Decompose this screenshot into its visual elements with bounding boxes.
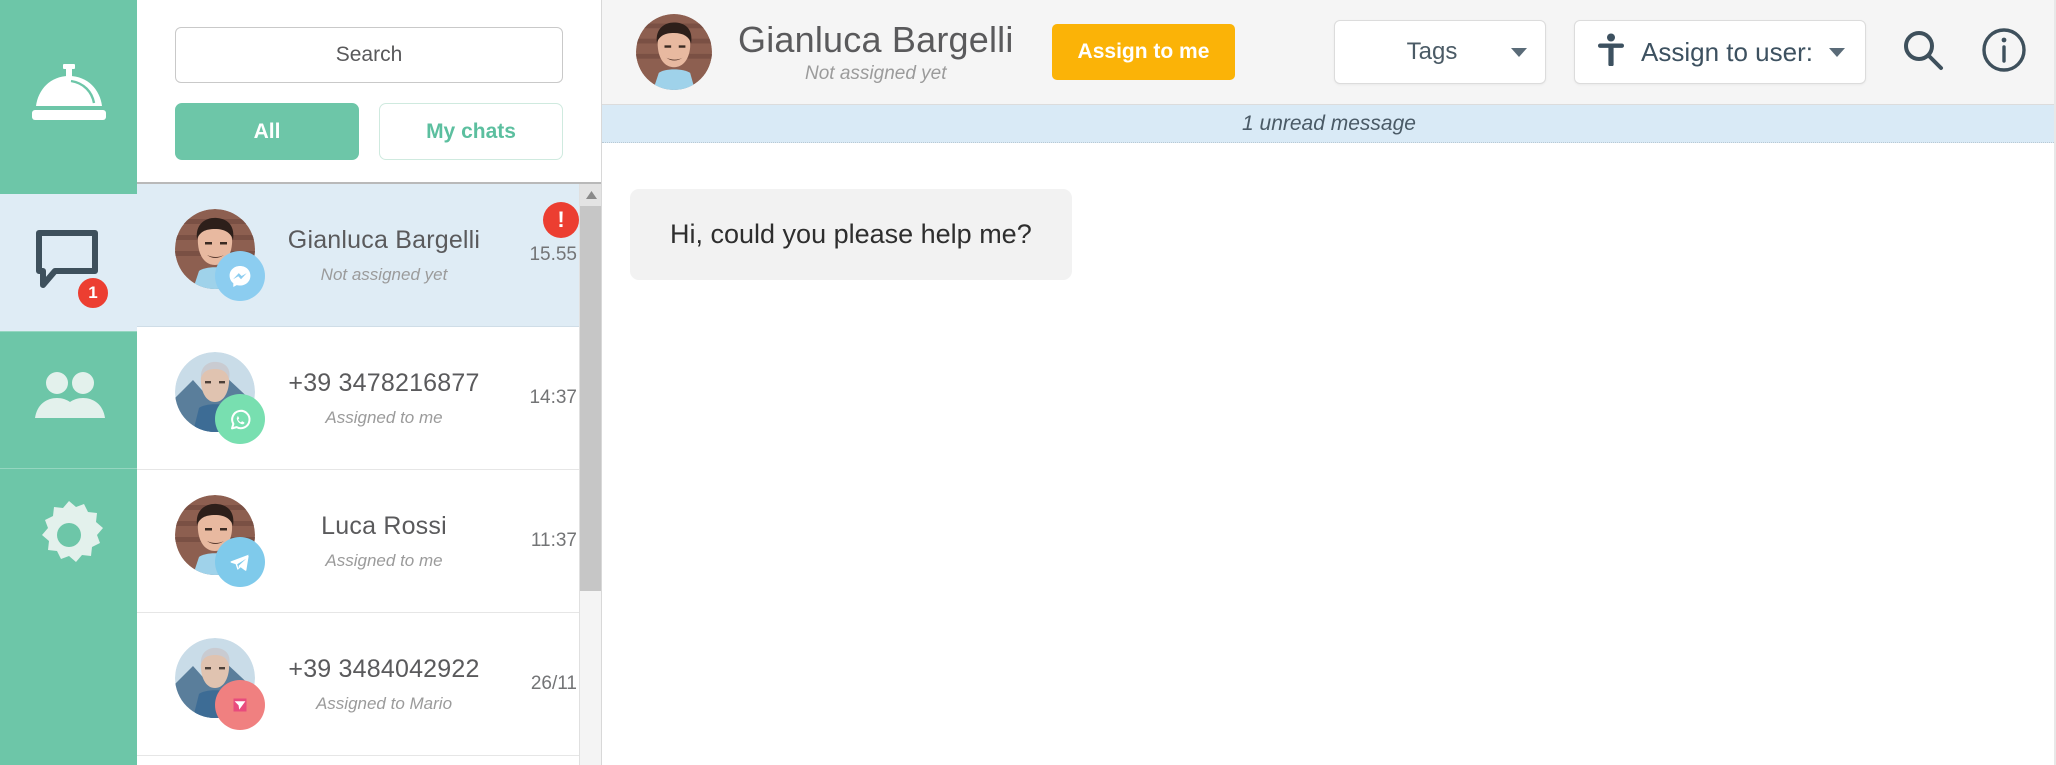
sidebar-item-settings[interactable] bbox=[0, 468, 137, 605]
assign-user-dropdown[interactable]: Assign to user: bbox=[1574, 20, 1866, 84]
chat-item-status: Assigned to Mario bbox=[315, 693, 453, 713]
chat-item-time: 15.55 bbox=[529, 244, 577, 265]
chat-item-time: 14:37 bbox=[529, 387, 577, 408]
page-title: Gianluca Bargelli bbox=[738, 19, 1014, 60]
chat-list-item-0[interactable]: Gianluca Bargelli Not assigned yet 15.55… bbox=[137, 184, 601, 327]
scroll-up-arrow[interactable] bbox=[580, 184, 601, 206]
left-nav-rail: 1 bbox=[0, 0, 137, 765]
avatar bbox=[175, 638, 267, 730]
chat-item-status: Not assigned yet bbox=[320, 264, 448, 284]
chat-item-text: Luca Rossi Assigned to me bbox=[267, 512, 501, 571]
tags-dropdown-label: Tags bbox=[1406, 38, 1458, 65]
scrollbar-thumb[interactable] bbox=[580, 206, 601, 591]
channel-badge-messenger bbox=[215, 251, 265, 301]
chat-item-name: +39 3478216877 bbox=[288, 368, 480, 397]
avatar bbox=[175, 209, 267, 301]
channel-badge-instagram-dm bbox=[215, 680, 265, 730]
avatar bbox=[175, 495, 267, 587]
unread-notice-bar: 1 unread message bbox=[602, 105, 2056, 143]
search-button[interactable] bbox=[1900, 27, 1946, 78]
tab-all[interactable]: All bbox=[175, 103, 359, 160]
chevron-down-icon bbox=[1511, 47, 1528, 57]
chat-item-alert-badge: ! bbox=[543, 202, 579, 238]
chat-list-scrollbar[interactable] bbox=[579, 184, 601, 765]
search-input[interactable]: Search bbox=[175, 27, 563, 83]
sidebar-item-chats[interactable]: 1 bbox=[0, 194, 137, 331]
channel-badge-telegram bbox=[215, 537, 265, 587]
conversation-pane: Gianluca Bargelli Not assigned yet Assig… bbox=[602, 0, 2056, 765]
chat-list-item-3[interactable]: +39 3484042922 Assigned to Mario 26/11 bbox=[137, 613, 601, 756]
chat-item-status: Assigned to me bbox=[325, 407, 443, 427]
search-icon bbox=[1900, 27, 1946, 78]
users-icon bbox=[31, 370, 107, 431]
tab-my-chats[interactable]: My chats bbox=[379, 103, 563, 160]
app-root: 1 Search All My chats Gianluca Bargelli … bbox=[0, 0, 2056, 765]
channel-badge-whatsapp bbox=[215, 394, 265, 444]
app-logo bbox=[0, 0, 137, 194]
chat-list-item-1[interactable]: +39 3478216877 Assigned to me 14:37 bbox=[137, 327, 601, 470]
assign-user-label: Assign to user: bbox=[1641, 36, 1813, 67]
chat-item-name: Luca Rossi bbox=[321, 511, 447, 540]
chat-item-name: Gianluca Bargelli bbox=[287, 225, 481, 254]
message-bubble: Hi, could you please help me? bbox=[630, 189, 1072, 280]
chat-list-item-2[interactable]: Luca Rossi Assigned to me 11:37 bbox=[137, 470, 601, 613]
avatar bbox=[175, 352, 267, 444]
assign-to-me-button[interactable]: Assign to me bbox=[1051, 24, 1236, 80]
assignment-status: Not assigned yet bbox=[805, 63, 947, 84]
chat-list-scroll[interactable]: Gianluca Bargelli Not assigned yet 15.55… bbox=[137, 182, 601, 765]
conversation-header: Gianluca Bargelli Not assigned yet Assig… bbox=[602, 0, 2056, 105]
chat-item-text: +39 3484042922 Assigned to Mario bbox=[267, 655, 501, 714]
chevron-down-icon bbox=[1829, 47, 1845, 57]
chat-item-name: +39 3484042922 bbox=[288, 654, 480, 683]
chat-item-time: 26/11 bbox=[530, 673, 577, 694]
header-avatar bbox=[636, 14, 712, 90]
chats-unread-badge: 1 bbox=[76, 276, 110, 310]
chat-item-text: +39 3478216877 Assigned to me bbox=[267, 369, 501, 428]
chat-item-status: Assigned to me bbox=[325, 550, 443, 570]
service-bell-icon bbox=[30, 62, 108, 133]
tags-dropdown[interactable]: Tags bbox=[1334, 20, 1547, 84]
message-list: Hi, could you please help me? bbox=[602, 143, 2056, 765]
sidebar-item-contacts[interactable] bbox=[0, 331, 137, 468]
chat-filter-tabs: All My chats bbox=[175, 103, 563, 160]
chat-item-text: Gianluca Bargelli Not assigned yet bbox=[267, 226, 501, 285]
chat-list-controls: Search All My chats bbox=[137, 0, 601, 182]
person-icon bbox=[1597, 33, 1625, 72]
gear-icon bbox=[35, 500, 103, 574]
chat-item-time: 11:37 bbox=[530, 530, 577, 551]
header-identity: Gianluca Bargelli Not assigned yet bbox=[738, 19, 1014, 85]
info-button[interactable] bbox=[1980, 26, 2028, 79]
chat-list-column: Search All My chats Gianluca Bargelli No… bbox=[137, 0, 602, 765]
info-circle-icon bbox=[1980, 26, 2028, 79]
